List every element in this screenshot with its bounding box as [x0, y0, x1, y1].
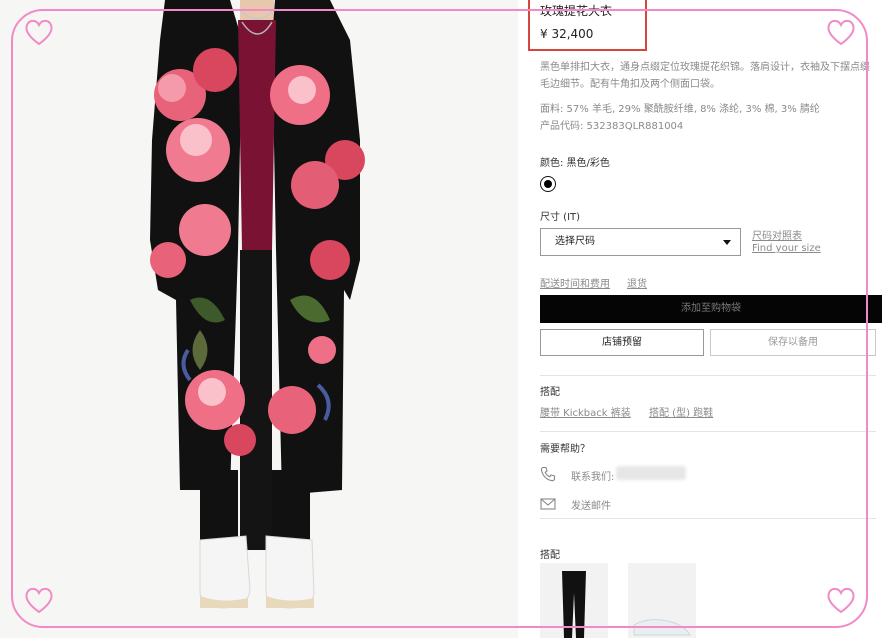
pairing-thumb-sneakers[interactable] [628, 563, 696, 638]
color-swatch-black[interactable] [540, 176, 556, 192]
size-label: 尺寸 (IT) [540, 212, 581, 223]
color-label: 颜色: 黑色/彩色 [540, 158, 610, 169]
product-code: 产品代码: 532383QLR881004 [540, 121, 684, 132]
store-reserve-button[interactable]: 店铺预留 [540, 329, 704, 356]
pairing-link-pants[interactable]: 腰带 Kickback 裤装 [540, 404, 631, 419]
contact-us-label[interactable]: 联系我们: [571, 468, 614, 483]
divider [540, 375, 876, 376]
pairing-heading-2: 搭配 [540, 550, 560, 561]
find-your-size-link[interactable]: Find your size [752, 243, 821, 254]
pairing-thumb-pants[interactable] [540, 563, 608, 638]
divider [540, 431, 876, 432]
delivery-info-link[interactable]: 配送时间和费用 [540, 275, 610, 290]
product-description: 黑色单排扣大衣，通身点缀定位玫瑰提花织锦。落肩设计，衣袖及下摆点缀毛边细节。配有… [540, 62, 870, 90]
divider [540, 518, 876, 519]
mail-icon [540, 498, 556, 510]
help-heading: 需要帮助？ [540, 444, 590, 455]
chevron-down-icon [723, 240, 731, 245]
save-for-later-button[interactable]: 保存以备用 [710, 329, 876, 356]
title-highlight-box [528, 0, 647, 51]
returns-link[interactable]: 退货 [627, 275, 647, 290]
product-image-art [150, 0, 365, 609]
send-email-link[interactable]: 发送邮件 [571, 497, 611, 512]
contact-phone-redacted [616, 466, 686, 480]
size-select[interactable]: 选择尺码 [540, 228, 741, 256]
size-guide-link[interactable]: 尺码对照表 [752, 227, 802, 242]
sneaker-image [633, 619, 691, 636]
pants-image [562, 571, 586, 638]
phone-icon [540, 466, 556, 482]
product-fabric: 面料: 57% 羊毛, 29% 聚酰胺纤维, 8% 涤纶, 3% 棉, 3% 腈… [540, 104, 820, 115]
add-to-bag-button[interactable]: 添加至购物袋 [540, 295, 882, 323]
size-select-value: 选择尺码 [555, 236, 595, 247]
pairing-heading: 搭配 [540, 387, 560, 398]
pairing-link-sneakers[interactable]: 搭配 (型) 跑鞋 [649, 404, 713, 419]
product-image [0, 0, 518, 638]
